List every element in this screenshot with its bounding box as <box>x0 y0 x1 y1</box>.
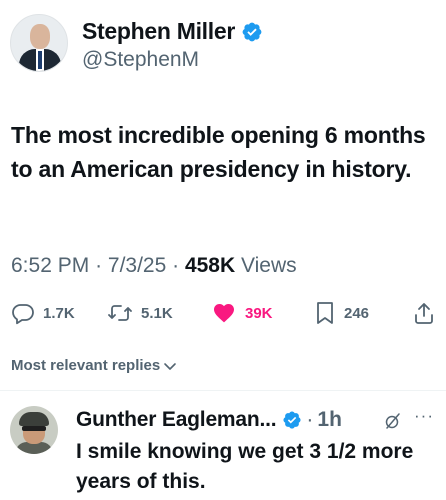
share-icon <box>415 303 433 324</box>
replies-sort-label: Most relevant replies <box>11 357 161 374</box>
replies-sort-dropdown[interactable]: Most relevant replies <box>11 357 177 374</box>
chevron-down-icon <box>164 362 177 370</box>
reply-display-name[interactable]: Gunther Eagleman... <box>76 408 277 432</box>
reply-header: Gunther Eagleman... · 1h <box>76 408 342 432</box>
like-button[interactable]: 39K <box>211 296 273 330</box>
bookmark-count: 246 <box>344 304 370 322</box>
bookmark-button[interactable]: 246 <box>314 296 369 330</box>
tweet-date[interactable]: 7/3/25 <box>108 254 166 277</box>
action-bar: 1.7K 5.1K 39K 246 <box>11 296 436 330</box>
views-label: Views <box>241 254 297 277</box>
verified-badge-icon <box>283 411 301 429</box>
share-button[interactable] <box>413 296 443 330</box>
tweet-time[interactable]: 6:52 PM <box>11 254 89 277</box>
reply-icon <box>12 304 34 325</box>
reply-button[interactable]: 1.7K <box>11 296 75 330</box>
reply-count: 1.7K <box>43 304 75 322</box>
author-handle[interactable]: @StephenM <box>82 48 263 72</box>
divider <box>0 390 446 391</box>
reply-separator: · <box>306 408 314 431</box>
bookmark-icon <box>317 302 333 324</box>
author-name-block: Stephen Miller @StephenM <box>82 18 263 72</box>
repost-icon <box>108 305 132 321</box>
grok-icon[interactable] <box>384 412 402 430</box>
like-count: 39K <box>245 304 273 322</box>
like-icon <box>214 304 234 323</box>
repost-count: 5.1K <box>141 304 173 322</box>
repost-button[interactable]: 5.1K <box>107 296 173 330</box>
more-icon[interactable]: ··· <box>414 406 434 426</box>
author-avatar[interactable] <box>10 14 68 72</box>
meta-separator: · <box>95 254 108 277</box>
reply-text: I smile knowing we get 3 1/2 more years … <box>76 440 414 493</box>
reply-author-avatar[interactable] <box>10 406 58 454</box>
tweet-text: The most incredible opening 6 months to … <box>11 122 426 182</box>
verified-badge-icon <box>242 22 262 41</box>
tweet-metadata: 6:52 PM · 7/3/25 · 458K Views <box>11 254 297 278</box>
author-display-name[interactable]: Stephen Miller <box>82 18 235 45</box>
reply-time[interactable]: 1h <box>317 408 342 432</box>
meta-separator: · <box>172 254 185 277</box>
tweet-header: Stephen Miller @StephenM <box>10 14 263 72</box>
views-count[interactable]: 458K <box>185 254 235 277</box>
